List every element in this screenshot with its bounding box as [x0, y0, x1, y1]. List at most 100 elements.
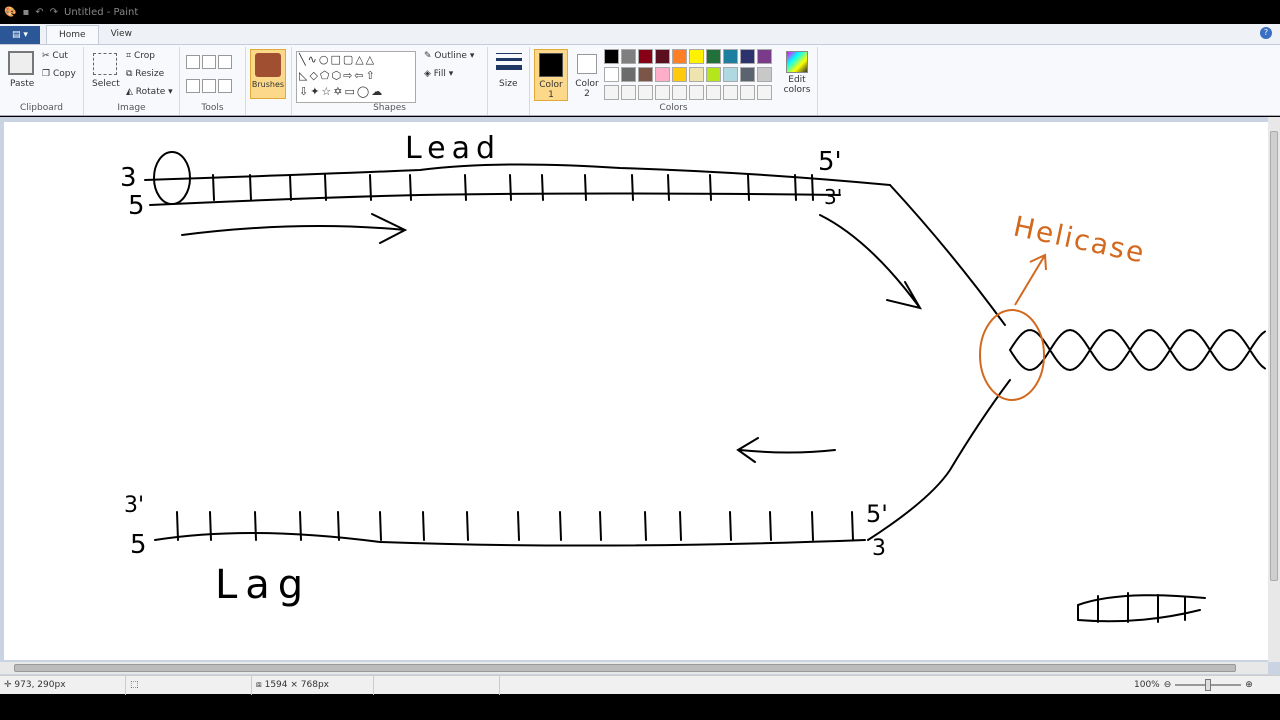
lag-right-3-label: 3 — [872, 536, 886, 561]
brushes-button[interactable]: Brushes — [250, 49, 286, 99]
horizontal-scroll-thumb[interactable] — [14, 664, 1236, 672]
brush-icon — [255, 53, 281, 77]
tools-row1 — [186, 55, 234, 69]
save-quick-icon[interactable]: ▪ — [22, 7, 29, 18]
vertical-scroll-thumb[interactable] — [1270, 131, 1278, 581]
undo-quick-icon[interactable]: ↶ — [35, 7, 43, 18]
color-picker-icon[interactable] — [202, 79, 216, 93]
palette-swatch[interactable] — [621, 67, 636, 82]
paste-button[interactable]: Paste — [10, 79, 34, 89]
lag-direction-arrow — [736, 437, 836, 463]
crop-button[interactable]: ⌗ Crop — [126, 51, 155, 61]
cut-button[interactable]: ✂ Cut — [42, 51, 68, 61]
tab-view[interactable]: View — [99, 25, 144, 44]
select-button[interactable]: Select — [92, 79, 120, 89]
redo-quick-icon[interactable]: ↷ — [50, 7, 58, 18]
palette-swatch[interactable] — [723, 67, 738, 82]
rung — [811, 174, 814, 201]
zoom-out-icon[interactable]: ⊖ — [1164, 680, 1172, 690]
rung — [517, 511, 520, 541]
palette-swatch[interactable] — [655, 49, 670, 64]
palette-swatch[interactable] — [740, 85, 755, 100]
palette-swatch[interactable] — [604, 67, 619, 82]
help-icon[interactable]: ? — [1260, 27, 1272, 39]
image-group: Select ⌗ Crop ⧉ Resize ◭ Rotate ▾ Image — [84, 47, 180, 115]
fill-bucket-icon[interactable] — [202, 55, 216, 69]
colors-label: Colors — [659, 103, 688, 113]
zoom-in-icon[interactable]: ⊕ — [1245, 680, 1253, 690]
palette-swatch[interactable] — [621, 49, 636, 64]
copy-icon: ❐ — [42, 69, 53, 79]
palette-swatch[interactable] — [706, 67, 721, 82]
eraser-icon[interactable] — [186, 79, 200, 93]
rotate-icon: ◭ — [126, 87, 136, 97]
palette-swatch[interactable] — [723, 85, 738, 100]
palette-swatch[interactable] — [689, 67, 704, 82]
palette-swatch[interactable] — [689, 49, 704, 64]
text-icon[interactable] — [218, 55, 232, 69]
clipboard-label: Clipboard — [20, 103, 63, 113]
palette-swatch[interactable] — [672, 49, 687, 64]
fill-button[interactable]: ◈ Fill ▾ — [424, 69, 453, 79]
palette-swatch[interactable] — [757, 67, 772, 82]
zoom-control: 100% ⊖ ⊕ — [1134, 679, 1280, 691]
color1-button[interactable]: Color 1 — [534, 49, 568, 101]
palette-swatch[interactable] — [672, 85, 687, 100]
drawing-canvas[interactable]: 3 5 Lead 5' 3' 3' 5 5' 3 Lag Helicase — [4, 122, 1268, 660]
lead-5-label: 5 — [128, 191, 145, 221]
rung — [679, 511, 682, 541]
palette-swatch[interactable] — [655, 85, 670, 100]
palette-swatch[interactable] — [638, 49, 653, 64]
zoom-slider[interactable] — [1175, 679, 1242, 691]
magnifier-icon[interactable] — [218, 79, 232, 93]
helicase-arrow — [1014, 253, 1047, 306]
palette-swatch[interactable] — [757, 49, 772, 64]
rung — [769, 511, 772, 541]
rung — [466, 511, 469, 541]
palette-swatch[interactable] — [672, 67, 687, 82]
rung — [584, 174, 587, 201]
rung — [209, 511, 212, 541]
palette-swatch[interactable] — [638, 67, 653, 82]
title-bar: 🎨 ▪ ↶ ↷ Untitled - Paint — [0, 0, 1280, 24]
palette-swatch[interactable] — [723, 49, 738, 64]
size-button[interactable]: Size — [499, 79, 517, 89]
outline-button[interactable]: ✎ Outline ▾ — [424, 51, 474, 61]
zoom-slider-thumb[interactable] — [1205, 679, 1212, 691]
palette-swatch[interactable] — [706, 85, 721, 100]
color2-button[interactable]: Color 2 — [572, 49, 602, 99]
palette-swatch[interactable] — [740, 67, 755, 82]
rotate-button[interactable]: ◭ Rotate ▾ — [126, 87, 173, 97]
copy-button[interactable]: ❐ Copy — [42, 69, 76, 79]
clipboard-group: Paste ✂ Cut ❐ Copy Clipboard — [0, 47, 84, 115]
size-icon — [496, 53, 522, 70]
resize-button[interactable]: ⧉ Resize — [126, 69, 164, 79]
vertical-scrollbar[interactable] — [1268, 117, 1280, 662]
window-title: Untitled - Paint — [64, 6, 139, 18]
palette-swatch[interactable] — [604, 49, 619, 64]
color1-label: Color 1 — [539, 80, 563, 100]
palette-swatch[interactable] — [621, 85, 636, 100]
horizontal-scrollbar[interactable] — [0, 662, 1268, 674]
edit-colors-button[interactable]: Edit colors — [780, 51, 814, 95]
palette-swatch[interactable] — [604, 85, 619, 100]
pencil-icon[interactable] — [186, 55, 200, 69]
palette-swatch[interactable] — [757, 85, 772, 100]
rung — [337, 511, 340, 541]
selection-icon: ⬚ — [130, 679, 139, 690]
rung — [644, 511, 647, 541]
palette-swatch[interactable] — [655, 67, 670, 82]
palette-swatch[interactable] — [740, 49, 755, 64]
file-menu-button[interactable]: ▤ ▾ — [0, 26, 40, 44]
rung — [559, 511, 562, 541]
paint-app-icon: 🎨 — [4, 6, 17, 18]
resize-icon: ⧉ — [126, 69, 136, 79]
palette-swatch[interactable] — [706, 49, 721, 64]
shapes-gallery[interactable]: ╲∿○□▢△△ ◺◇⬠⬡⇨⇦⇧ ⇩✦☆✡▭◯☁ — [296, 51, 416, 103]
rung — [667, 174, 670, 201]
tab-home[interactable]: Home — [46, 25, 99, 44]
palette-swatch[interactable] — [689, 85, 704, 100]
lead-right-3-label: 3' — [824, 185, 842, 209]
palette-swatch[interactable] — [638, 85, 653, 100]
fork-bottom-strand — [867, 379, 1011, 541]
